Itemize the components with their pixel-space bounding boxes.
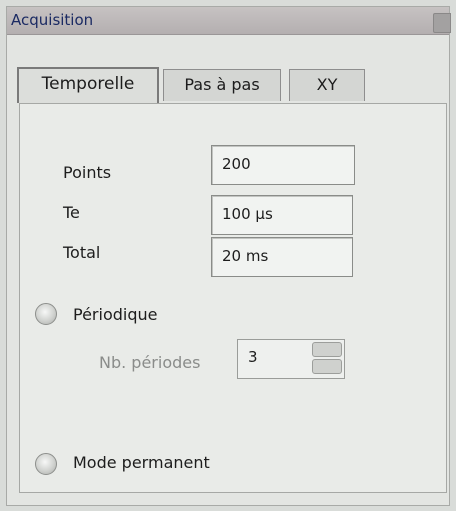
tab-label: Temporelle — [41, 74, 135, 94]
points-value: 200 — [222, 155, 251, 173]
total-value: 20 ms — [222, 247, 269, 265]
te-value: 100 µs — [222, 205, 273, 223]
points-label: Points — [63, 163, 112, 182]
tab-pas-a-pas[interactable]: Pas à pas — [163, 69, 281, 101]
total-field[interactable]: 20 ms — [211, 237, 353, 277]
nb-periodes-spinner[interactable]: 3 — [237, 339, 345, 379]
panel-title: Acquisition — [11, 11, 94, 29]
nb-periodes-label: Nb. périodes — [99, 353, 201, 372]
spinner-buttons — [312, 342, 342, 374]
nb-periodes-value: 3 — [248, 348, 258, 366]
spinner-down-button[interactable] — [312, 359, 342, 374]
tab-temporelle[interactable]: Temporelle — [17, 67, 159, 103]
acquisition-panel: Acquisition Temporelle Pas à pas XY Poin… — [6, 6, 451, 506]
titlebar-button[interactable] — [433, 13, 451, 33]
spinner-up-button[interactable] — [312, 342, 342, 357]
mode-permanent-radio[interactable] — [35, 453, 57, 475]
te-label: Te — [63, 203, 80, 222]
periodique-radio[interactable] — [35, 303, 57, 325]
periodique-label: Périodique — [73, 305, 158, 324]
te-field[interactable]: 100 µs — [211, 195, 353, 235]
tab-xy[interactable]: XY — [289, 69, 365, 101]
tab-label: XY — [316, 75, 338, 94]
panel-titlebar: Acquisition — [7, 7, 451, 35]
mode-permanent-label: Mode permanent — [73, 453, 210, 472]
points-field[interactable]: 200 — [211, 145, 355, 185]
total-label: Total — [63, 243, 101, 262]
tab-label: Pas à pas — [184, 75, 260, 94]
